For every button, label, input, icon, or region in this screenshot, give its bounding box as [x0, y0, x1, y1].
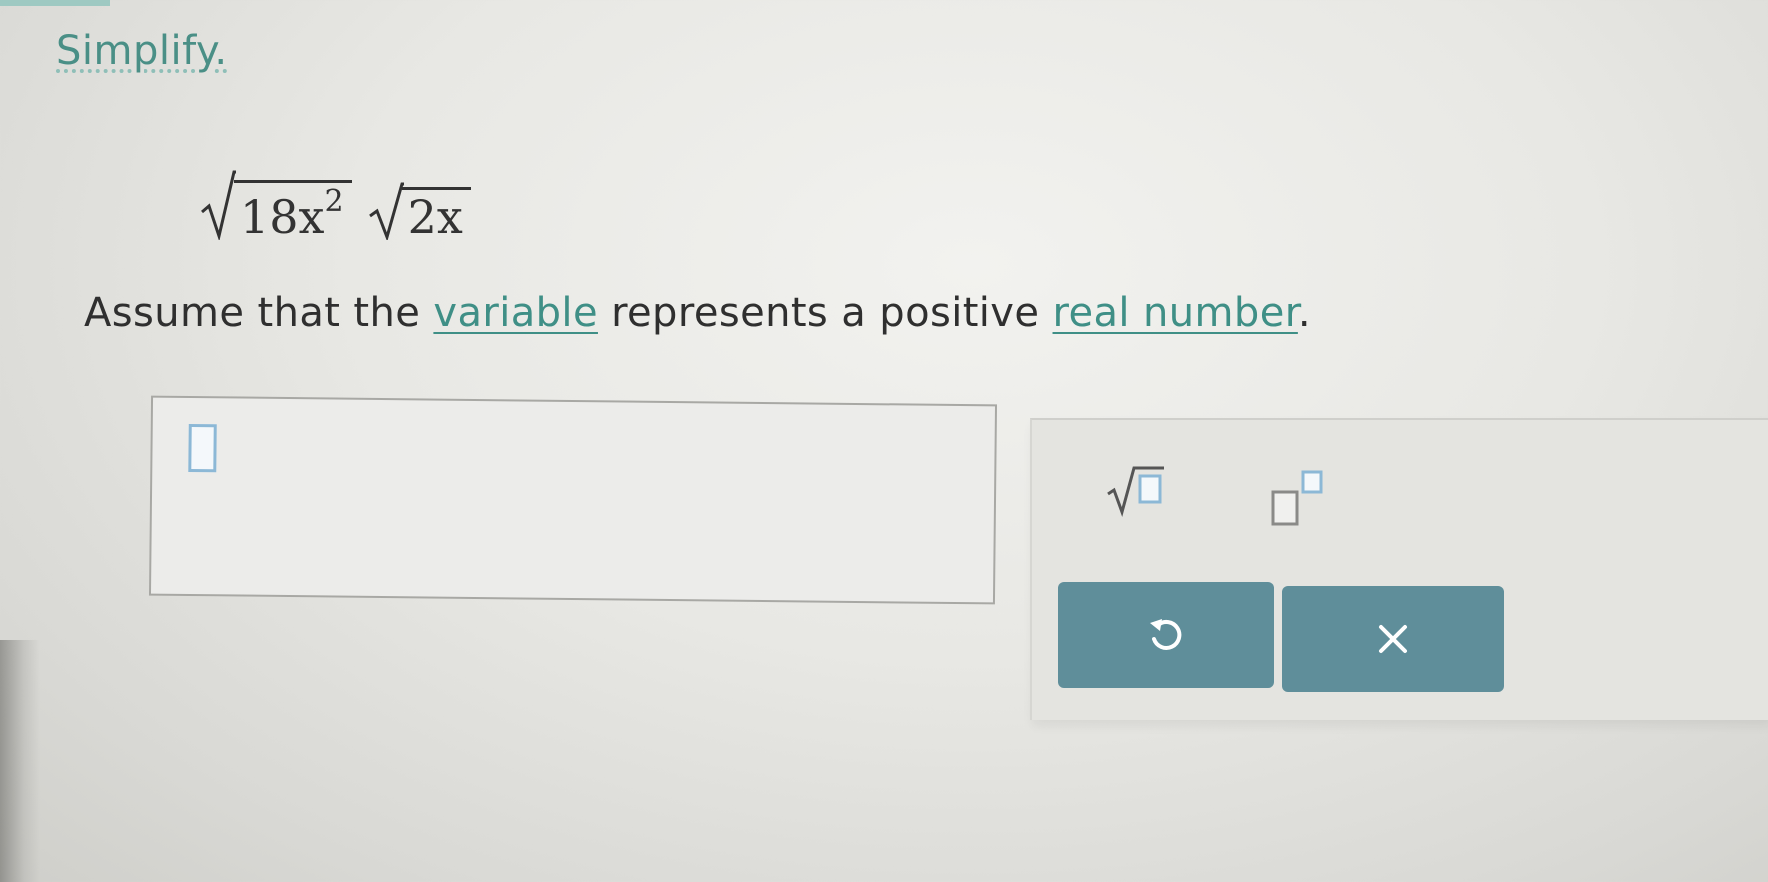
- radical-sign-icon: [368, 182, 404, 240]
- top-accent-bar: [0, 0, 110, 6]
- close-icon: [1379, 625, 1407, 653]
- radical-1: 18x2: [200, 168, 352, 240]
- radicand-1-base: 18x: [240, 190, 325, 244]
- radicand-2: 2x: [401, 187, 471, 240]
- radicand-1-exponent: 2: [324, 184, 344, 219]
- radicand-1: 18x2: [234, 180, 352, 240]
- undo-icon: [1150, 619, 1182, 650]
- assumption-text-middle: represents a positive: [597, 290, 1053, 336]
- square-root-button[interactable]: [1102, 460, 1172, 520]
- clear-button[interactable]: [1282, 586, 1504, 692]
- input-placeholder-box[interactable]: [188, 423, 217, 473]
- edge-shadow: [0, 640, 40, 882]
- exponent-button[interactable]: [1267, 468, 1337, 532]
- variable-link[interactable]: variable: [433, 290, 598, 336]
- assumption-text-start: Assume that the: [84, 290, 434, 336]
- radical-sign-icon: [201, 170, 236, 240]
- assumption-text: Assume that the variable represents a po…: [84, 290, 1311, 336]
- assumption-text-end: .: [1297, 290, 1311, 336]
- math-expression: 18x2 2x: [200, 140, 487, 240]
- sqrt-icon: [1107, 466, 1164, 517]
- answer-input[interactable]: [148, 395, 998, 605]
- superscript-icon: [1271, 470, 1323, 526]
- instruction-link[interactable]: Simplify.: [56, 28, 228, 74]
- radical-2: 2x: [368, 180, 471, 240]
- real-number-link[interactable]: real number: [1053, 290, 1298, 336]
- undo-button[interactable]: [1058, 582, 1274, 688]
- math-palette: [1030, 418, 1768, 720]
